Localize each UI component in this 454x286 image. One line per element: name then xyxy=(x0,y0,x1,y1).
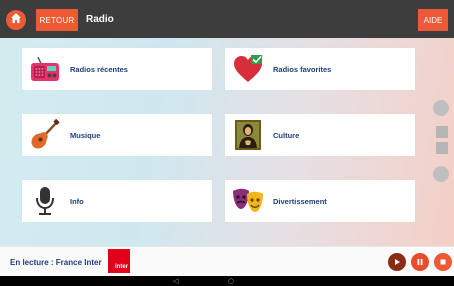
help-button[interactable]: AIDE xyxy=(418,9,448,31)
tile-favorite-radios[interactable]: Radios favorites xyxy=(225,48,415,90)
top-bar: RETOUR Radio AIDE xyxy=(0,0,454,38)
nav-home-icon[interactable]: ○ xyxy=(228,277,234,285)
page-title: Radio xyxy=(86,14,114,25)
pause-icon xyxy=(416,253,424,271)
theatre-masks-icon xyxy=(231,184,265,218)
scroll-down-button[interactable] xyxy=(433,166,449,182)
pause-button[interactable] xyxy=(411,253,429,271)
stop-icon xyxy=(439,253,447,271)
nav-back-icon[interactable]: ◁ xyxy=(173,277,178,285)
tile-culture[interactable]: Culture xyxy=(225,114,415,156)
content-area: Radios récentes Radios favorites Musique xyxy=(0,38,454,246)
tile-label: Radios récentes xyxy=(70,64,128,74)
tile-music[interactable]: Musique xyxy=(22,114,212,156)
play-button[interactable] xyxy=(388,253,406,271)
play-icon xyxy=(393,253,401,271)
scroll-indicator-lower[interactable] xyxy=(436,142,448,154)
heart-icon xyxy=(231,52,265,86)
station-logo: inter xyxy=(108,249,130,273)
tile-label: Musique xyxy=(70,130,101,140)
tile-label: Divertissement xyxy=(273,196,327,206)
mona-lisa-icon xyxy=(231,118,265,152)
station-logo-text: inter xyxy=(114,264,128,270)
tile-label: Info xyxy=(70,196,84,206)
stop-button[interactable] xyxy=(434,253,452,271)
tile-entertainment[interactable]: Divertissement xyxy=(225,180,415,222)
now-playing-text: En lecture : France Inter xyxy=(10,258,102,267)
radio-icon xyxy=(28,52,62,86)
home-icon xyxy=(10,11,22,29)
guitar-icon xyxy=(28,118,62,152)
microphone-icon xyxy=(28,184,62,218)
tile-recent-radios[interactable]: Radios récentes xyxy=(22,48,212,90)
tile-label: Radios favorites xyxy=(273,64,332,74)
scroll-up-button[interactable] xyxy=(433,100,449,116)
tile-label: Culture xyxy=(273,130,300,140)
system-nav-bar: ◁ ○ xyxy=(0,276,454,286)
home-button[interactable] xyxy=(6,10,26,30)
tile-info[interactable]: Info xyxy=(22,180,212,222)
back-button[interactable]: RETOUR xyxy=(36,9,78,31)
player-bar: En lecture : France Inter inter xyxy=(0,246,454,276)
scroll-indicator-upper[interactable] xyxy=(436,126,448,138)
